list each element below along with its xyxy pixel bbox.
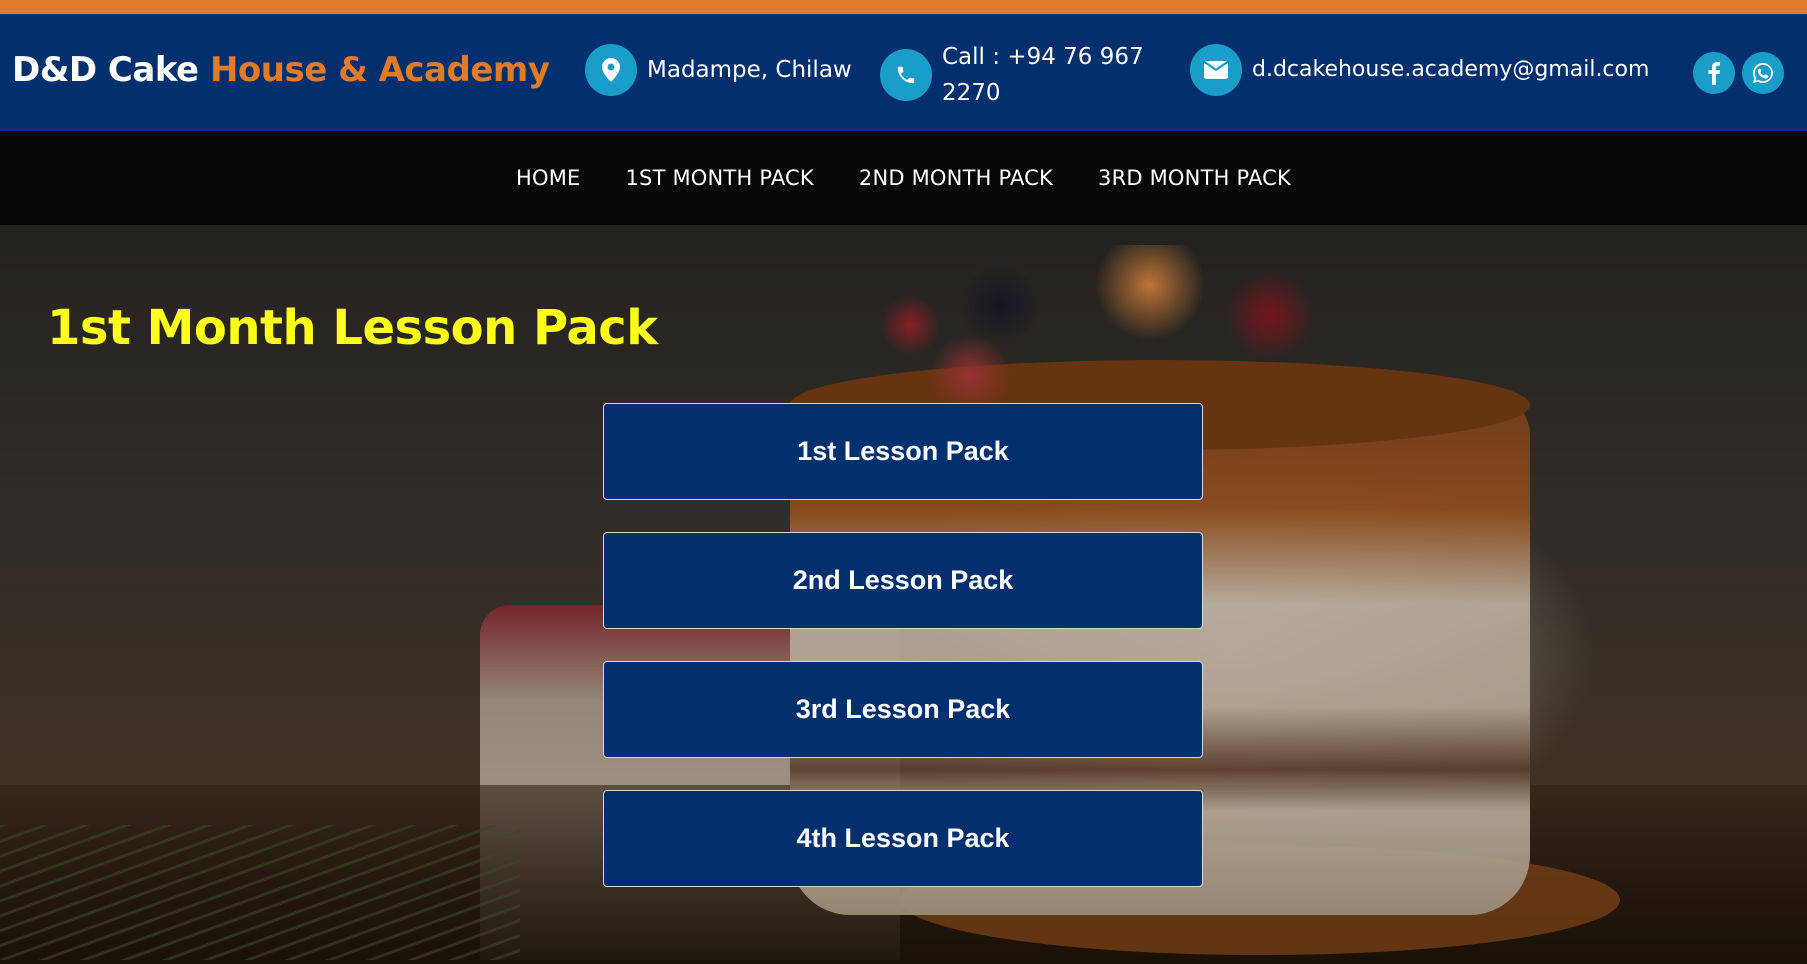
site-header: D&D Cake House & Academy Madampe, Chilaw… [0,14,1807,131]
location-text: Madampe, Chilaw [647,57,852,83]
site-logo-text[interactable]: D&D Cake House & Academy [12,50,550,90]
lesson-pack-2-button[interactable]: 2nd Lesson Pack [603,532,1203,629]
lesson-pack-4-button[interactable]: 4th Lesson Pack [603,790,1203,887]
lesson-pack-3-button[interactable]: 3rd Lesson Pack [603,661,1203,758]
whatsapp-icon[interactable] [1742,52,1784,94]
lesson-pack-1-button[interactable]: 1st Lesson Pack [603,403,1203,500]
facebook-icon[interactable] [1693,52,1735,94]
brand-name-orange: House & Academy [209,50,550,90]
call-info: Call : +94 76 967 2270 [880,39,1152,111]
map-pin-icon [585,44,637,96]
brand-name-white: D&D Cake [12,50,210,90]
top-accent-strip [0,0,1807,14]
envelope-icon [1190,44,1242,96]
phone-icon [880,49,932,101]
nav-item-home[interactable]: HOME [516,166,581,190]
nav-item-2nd-month-pack[interactable]: 2ND MONTH PACK [859,166,1053,190]
nav-item-3rd-month-pack[interactable]: 3RD MONTH PACK [1098,166,1291,190]
nav-item-1st-month-pack[interactable]: 1ST MONTH PACK [625,166,813,190]
email-text[interactable]: d.dcakehouse.academy@gmail.com [1252,52,1649,88]
email-info: d.dcakehouse.academy@gmail.com [1190,44,1649,96]
phone-text[interactable]: Call : +94 76 967 2270 [942,39,1152,111]
main-nav: HOME 1ST MONTH PACK 2ND MONTH PACK 3RD M… [0,131,1807,225]
location-info: Madampe, Chilaw [585,44,852,96]
page-title: 1st Month Lesson Pack [47,300,658,356]
